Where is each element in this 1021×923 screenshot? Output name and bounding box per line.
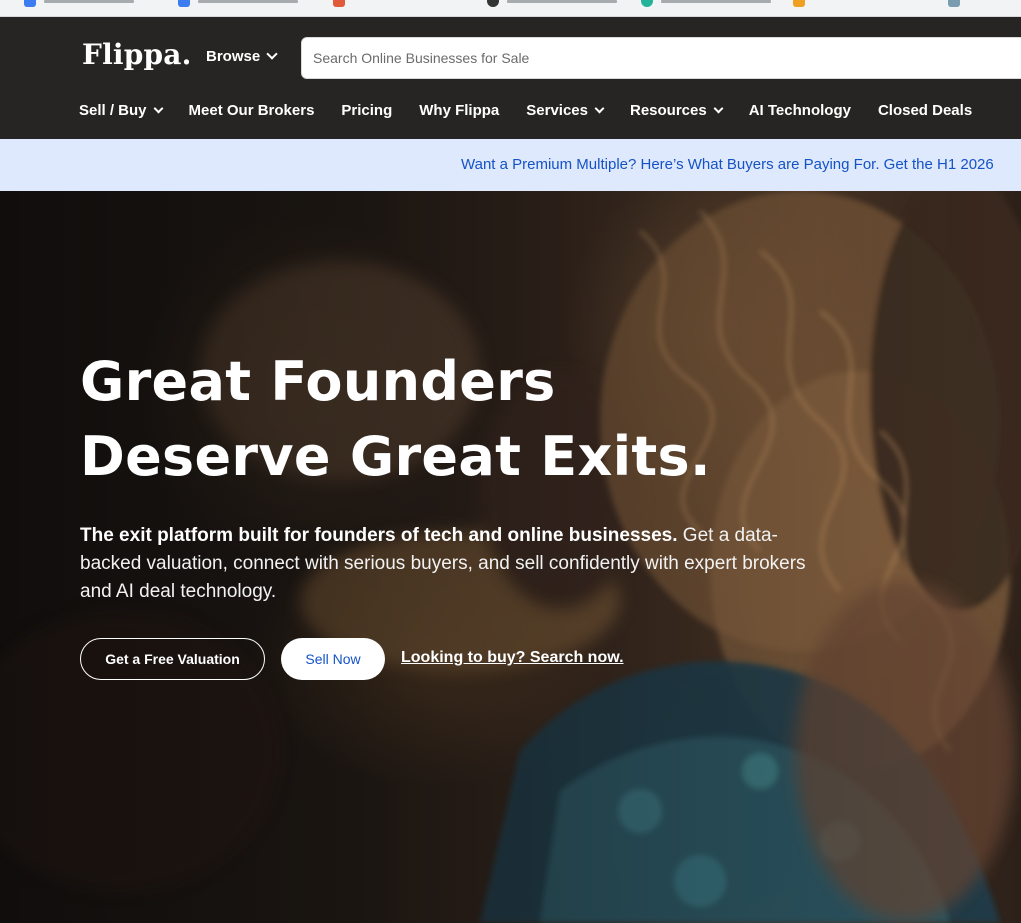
nav-item-label: AI Technology [748, 101, 851, 119]
bookmark-favicon-icon[interactable] [487, 0, 499, 7]
nav-item-sell-buy[interactable]: Sell / Buy [79, 101, 163, 119]
nav-item-services[interactable]: Services [526, 101, 605, 119]
chevron-down-icon [713, 103, 724, 113]
hero-subtitle-bold: The exit platform built for founders of … [80, 525, 678, 546]
nav-item-label: Pricing [341, 101, 393, 119]
main-nav: Sell / Buy Meet Our Brokers Pricing Why … [79, 100, 999, 120]
browser-bookmarks-bar [0, 0, 1021, 17]
nav-item-pricing[interactable]: Pricing [341, 102, 392, 119]
bookmark-favicon-icon[interactable] [641, 0, 653, 7]
site-header: Flippa. Browse Sell / Buy Meet Our Broke… [0, 17, 1021, 139]
bookmark-label-stub [507, 0, 617, 3]
hero-subtitle: The exit platform built for founders of … [80, 522, 820, 606]
hero-title-line-1: Great Founders [80, 350, 556, 413]
bookmark-favicon-icon[interactable] [178, 0, 190, 7]
bookmark-favicon-icon[interactable] [333, 0, 345, 7]
nav-item-label: Services [526, 101, 588, 119]
bookmark-favicon-icon[interactable] [948, 0, 960, 7]
browse-menu-button[interactable]: Browse [206, 48, 278, 65]
bookmark-favicon-icon[interactable] [24, 0, 36, 7]
nav-item-label: Meet Our Brokers [188, 101, 315, 119]
nav-item-label: Why Flippa [419, 101, 500, 119]
search-input[interactable] [302, 38, 1021, 78]
search-box [301, 37, 1021, 79]
bookmark-label-stub [661, 0, 771, 3]
chevron-down-icon [594, 103, 605, 113]
bookmark-label-stub [198, 0, 298, 3]
hero-title: Great Founders Deserve Great Exits. [80, 344, 711, 494]
bookmark-favicon-icon[interactable] [793, 0, 805, 7]
chevron-down-icon [266, 48, 278, 60]
nav-item-meet-our-brokers[interactable]: Meet Our Brokers [189, 102, 315, 119]
get-free-valuation-button[interactable]: Get a Free Valuation [80, 638, 265, 680]
nav-item-ai-technology[interactable]: AI Technology [749, 102, 851, 119]
flippa-logo[interactable]: Flippa. [82, 38, 192, 71]
announcement-banner: Want a Premium Multiple? Here’s What Buy… [0, 139, 1021, 191]
browse-label: Browse [206, 48, 261, 65]
chevron-down-icon [153, 103, 163, 113]
nav-item-why-flippa[interactable]: Why Flippa [419, 102, 499, 119]
bookmark-label-stub [44, 0, 134, 3]
nav-item-closed-deals[interactable]: Closed Deals [878, 102, 972, 119]
search-now-link[interactable]: Looking to buy? Search now. [401, 649, 624, 667]
nav-item-label: Closed Deals [877, 101, 973, 119]
sell-now-button[interactable]: Sell Now [281, 638, 385, 680]
nav-item-label: Sell / Buy [79, 101, 147, 119]
announcement-link[interactable]: Want a Premium Multiple? Here’s What Buy… [461, 156, 994, 173]
hero-title-line-2: Deserve Great Exits. [80, 425, 711, 488]
nav-item-resources[interactable]: Resources [630, 101, 724, 119]
nav-item-label: Resources [630, 101, 707, 119]
